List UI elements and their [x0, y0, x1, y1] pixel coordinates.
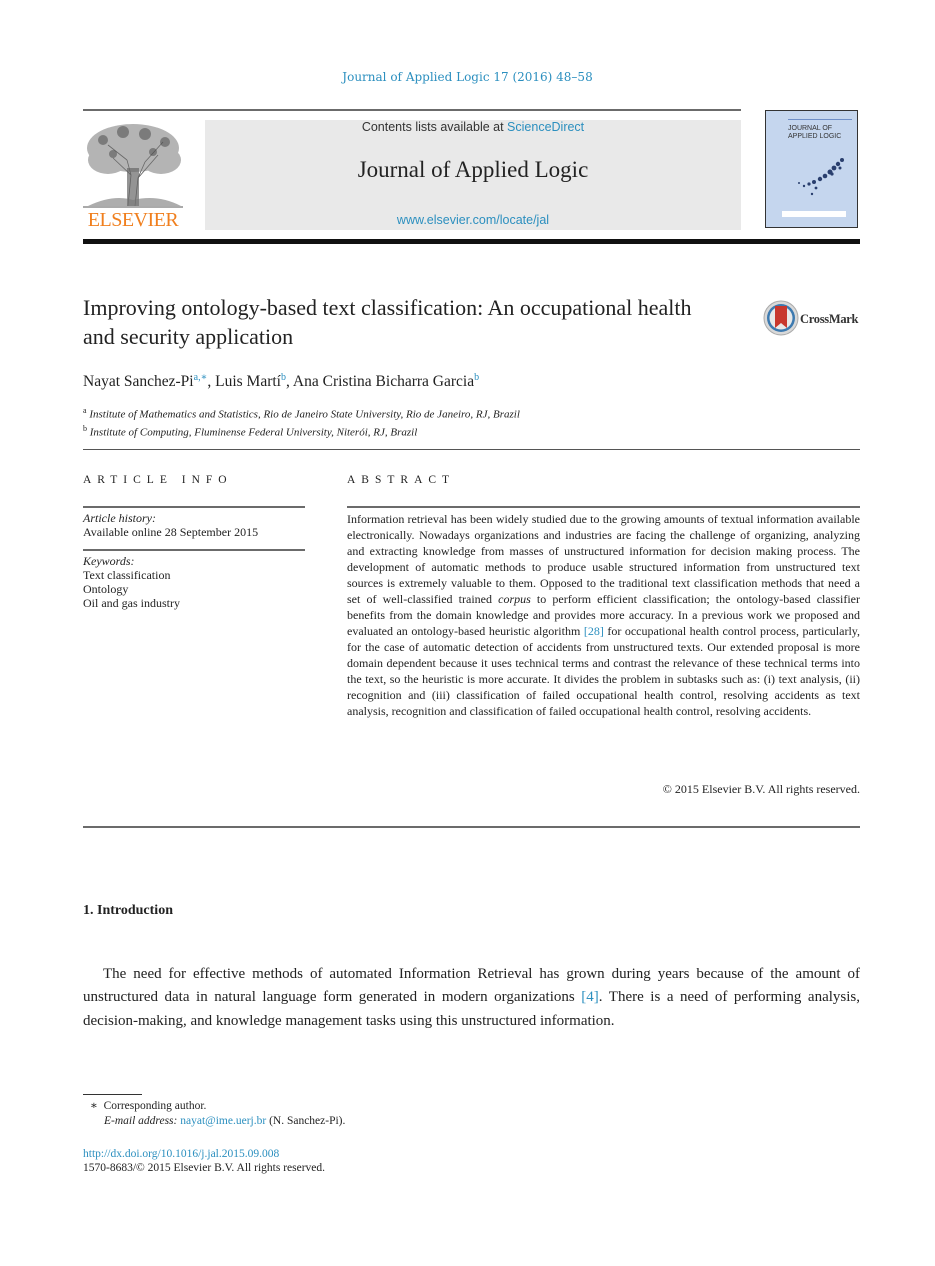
email-suffix: (N. Sanchez-Pi).: [266, 1115, 346, 1127]
divider: [83, 506, 305, 508]
article-info-heading: ARTICLE INFO: [83, 474, 233, 486]
affiliation-text: Institute of Computing, Fluminense Feder…: [89, 426, 418, 439]
author-affiliation-mark[interactable]: b: [281, 372, 286, 383]
contents-prefix: Contents lists available at: [361, 120, 508, 134]
cover-graphic: [798, 158, 844, 196]
divider: [83, 826, 860, 828]
email-label: E-mail address:: [104, 1115, 178, 1127]
author-list: Nayat Sanchez-Pia,∗, Luis Martíb, Ana Cr…: [83, 372, 480, 391]
citation-link[interactable]: [4]: [581, 989, 599, 1005]
article-title: Improving ontology-based text classifica…: [83, 295, 692, 349]
affiliation-text: Institute of Mathematics and Statistics,…: [89, 408, 520, 421]
sciencedirect-link[interactable]: ScienceDirect: [507, 120, 584, 134]
cover-rule: [788, 119, 852, 120]
affiliation-mark: b: [83, 423, 87, 433]
affiliations: a Institute of Mathematics and Statistic…: [83, 404, 520, 439]
affiliation-item: a Institute of Mathematics and Statistic…: [83, 404, 520, 422]
footnote-email: E-mail address: nayat@ime.uerj.br (N. Sa…: [104, 1114, 345, 1129]
running-head-citation[interactable]: Journal of Applied Logic 17 (2016) 48–58: [0, 70, 935, 84]
keyword-item: Ontology: [83, 582, 129, 596]
article-history-label: Article history:: [83, 511, 156, 525]
keyword-item: Oil and gas industry: [83, 596, 180, 610]
footnote-rule: [83, 1094, 142, 1095]
journal-cover-thumbnail[interactable]: JOURNAL OF APPLIED LOGIC: [765, 110, 858, 228]
intro-paragraph: The need for effective methods of automa…: [83, 963, 860, 1033]
abstract-copyright: © 2015 Elsevier B.V. All rights reserved…: [662, 782, 860, 796]
article-history-value: Available online 28 September 2015: [83, 525, 259, 539]
author-name[interactable]: Nayat Sanchez-Pi: [83, 373, 194, 390]
author-affiliation-mark[interactable]: b: [474, 372, 479, 383]
abstract-italic-term: corpus: [498, 592, 531, 606]
keyword-item: Text classification: [83, 568, 171, 582]
elsevier-wordmark: ELSEVIER: [87, 209, 179, 231]
author-name[interactable]: Luis Martí: [215, 373, 281, 390]
footnote-corresponding: ∗ Corresponding author.: [90, 1099, 206, 1114]
abstract-heading: ABSTRACT: [347, 474, 456, 486]
divider: [347, 506, 860, 508]
author-affiliation-mark[interactable]: a,∗: [194, 372, 208, 383]
crossmark-icon: [763, 300, 799, 336]
journal-name: Journal of Applied Logic: [357, 157, 589, 182]
header-thick-rule: [83, 239, 860, 244]
citation-link[interactable]: [28]: [584, 624, 604, 638]
footnote-star: ∗: [90, 1100, 98, 1112]
cover-bottom-strip: [782, 211, 846, 217]
section-heading: 1. Introduction: [83, 903, 173, 918]
cover-title-line1: JOURNAL OF: [788, 125, 833, 132]
issn-copyright: 1570-8683/© 2015 Elsevier B.V. All right…: [83, 1162, 326, 1174]
divider: [83, 449, 860, 450]
cover-title-line2: APPLIED LOGIC: [788, 133, 842, 140]
abstract-body: Information retrieval has been widely st…: [347, 511, 860, 719]
affiliation-mark: a: [83, 406, 87, 415]
abstract-text: for occupational health control process,…: [347, 624, 861, 718]
author-name[interactable]: Ana Cristina Bicharra Garcia: [293, 373, 474, 390]
doi-link[interactable]: http://dx.doi.org/10.1016/j.jal.2015.09.…: [83, 1147, 279, 1161]
top-rule: [83, 109, 741, 111]
contents-line: Contents lists available at ScienceDirec…: [205, 120, 741, 134]
journal-url-link[interactable]: www.elsevier.com/locate/jal: [205, 213, 741, 227]
affiliation-item: b Institute of Computing, Fluminense Fed…: [83, 422, 520, 440]
crossmark-badge[interactable]: [763, 300, 799, 340]
keywords-list: Text classification Ontology Oil and gas…: [83, 568, 180, 610]
cover-title: JOURNAL OF APPLIED LOGIC: [788, 125, 841, 141]
footnote-text: Corresponding author.: [103, 1100, 207, 1112]
crossmark-label[interactable]: CrossMark: [800, 312, 858, 327]
divider: [83, 549, 305, 551]
email-link[interactable]: nayat@ime.uerj.br: [180, 1115, 266, 1127]
keywords-label: Keywords:: [83, 554, 135, 568]
